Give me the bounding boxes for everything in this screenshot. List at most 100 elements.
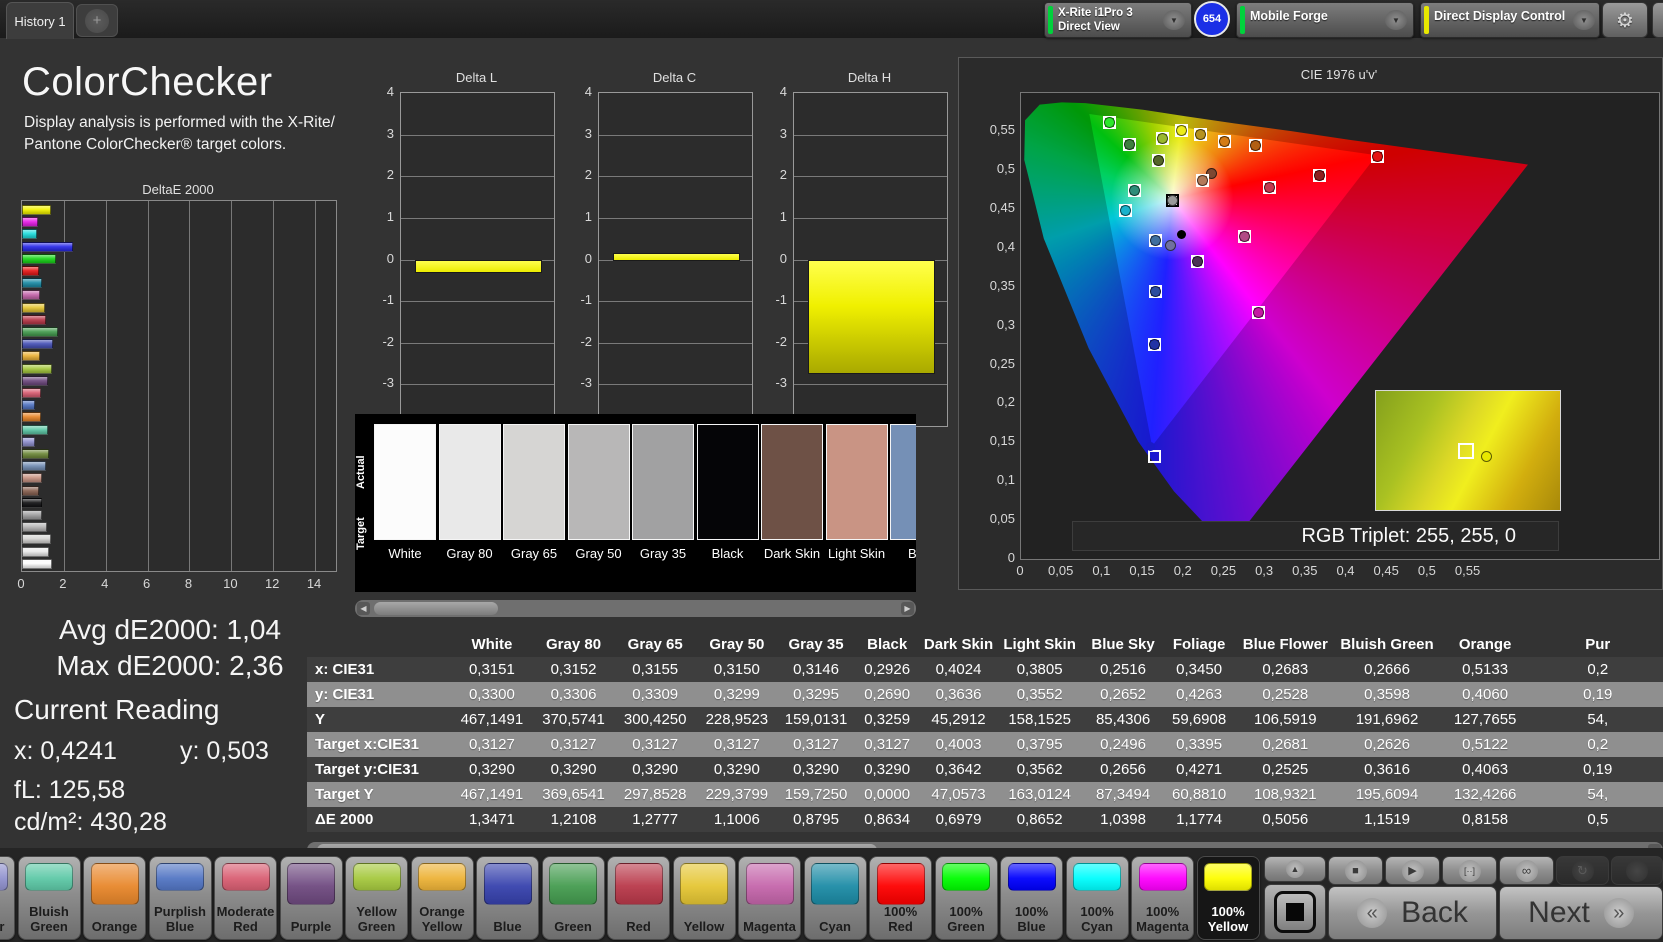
collapse-panel-button[interactable]: ◀	[1652, 2, 1663, 38]
refresh-button[interactable]: ↻	[1556, 856, 1609, 885]
table-row-label: y: CIE31	[307, 682, 452, 707]
patch-button-cyan[interactable]: Cyan	[803, 856, 867, 940]
table-header-cell: Gray 35	[777, 632, 855, 657]
table-cell: 0,2666	[1336, 657, 1438, 682]
patch-button-100-yellow[interactable]: 100% Yellow	[1196, 856, 1260, 940]
patch-button-orange[interactable]: Orange	[83, 856, 146, 940]
patch-button-swatch	[352, 863, 401, 891]
chevron-up-icon: ▲	[1286, 860, 1304, 878]
delta-y-tick: -3	[382, 375, 394, 391]
source-label: Mobile Forge	[1250, 9, 1328, 23]
cie-measured-circle	[1218, 136, 1230, 148]
patch-button-purple[interactable]: Purple	[279, 856, 343, 940]
patch-button-swatch	[1073, 863, 1121, 891]
back-button[interactable]: « Back	[1328, 886, 1497, 940]
cie-measured-circle	[1191, 256, 1203, 268]
table-cell: 370,5741	[532, 707, 615, 732]
single-read-button[interactable]: [··]	[1442, 856, 1497, 885]
table-cell: 0,2656	[1082, 757, 1164, 782]
stop-button[interactable]: ■	[1328, 856, 1383, 885]
patch-list-up-button[interactable]: ▲	[1264, 856, 1326, 882]
inset-target-square	[1458, 442, 1475, 459]
table-cell: 0,8652	[997, 807, 1083, 832]
play-button[interactable]: ▶	[1385, 856, 1440, 885]
gridline	[794, 176, 947, 178]
patch-button-bluish-green[interactable]: Bluish Green	[17, 856, 81, 940]
strip-swatch-label: Gray 80	[446, 546, 493, 561]
gridline	[401, 217, 554, 219]
patch-button-yellow[interactable]: Yellow	[672, 856, 736, 940]
patch-button-orange-yellow[interactable]: Orange Yellow	[410, 856, 474, 940]
continuous-read-button[interactable]: ∞	[1499, 856, 1554, 885]
chevron-left-double-icon: «	[1357, 898, 1388, 928]
page-title: ColorChecker	[22, 60, 273, 104]
next-button-label: Next	[1528, 896, 1590, 929]
patch-button-yellow-green[interactable]: Yellow Green	[345, 856, 408, 940]
delta-y-tick: -3	[580, 375, 592, 391]
patch-button-moderate-red[interactable]: Moderate Red	[214, 856, 277, 940]
de2000-x-tick: 8	[184, 576, 193, 591]
table-cell: 228,9523	[696, 707, 778, 732]
gridline	[189, 201, 191, 571]
scroll-right-icon[interactable]: ▶	[901, 602, 914, 615]
patch-button-label: Yellow Green	[356, 904, 397, 934]
source-dropdown[interactable]: Mobile Forge ▼	[1236, 2, 1414, 38]
patch-button-100-cyan[interactable]: 100% Cyan	[1065, 856, 1129, 940]
patch-button-label: 100% Red	[883, 904, 918, 934]
patch-button-purplish-blue[interactable]: Purplish Blue	[148, 856, 212, 940]
patch-button-blue-flower[interactable]: BlueFlower	[0, 856, 15, 940]
table-cell: 0,3127	[696, 732, 778, 757]
chevron-down-icon: ▼	[1573, 10, 1595, 30]
settings-button[interactable]: ⚙	[1602, 2, 1648, 38]
patch-button-100-blue[interactable]: 100% Blue	[1000, 856, 1063, 940]
table-header-cell: Black	[854, 632, 920, 657]
table-row-label: x: CIE31	[307, 657, 452, 682]
meter-dropdown[interactable]: X-Rite i1Pro 3 Direct View ▼	[1044, 2, 1192, 38]
strip-scrollbar[interactable]: ◀ ▶	[355, 600, 916, 617]
pattern-window-button[interactable]	[1264, 884, 1326, 940]
next-button[interactable]: Next »	[1499, 886, 1663, 940]
de2000-bar	[22, 278, 42, 289]
table-header-cell: Gray 65	[614, 632, 697, 657]
delta-y-tick: 4	[779, 84, 787, 99]
de2000-bar	[22, 302, 46, 313]
table-cell: 300,4250	[614, 707, 697, 732]
extra-button[interactable]	[1611, 856, 1663, 885]
gridline	[794, 134, 947, 136]
strip-swatch	[438, 424, 501, 540]
table-row: Target y:CIE31 0,3290 0,3290 0,3290 0,3290 0,…	[307, 757, 1663, 782]
strip-scrollbar-thumb[interactable]	[374, 602, 498, 615]
tab-history-1[interactable]: History 1	[6, 2, 74, 39]
patch-button-red[interactable]: Red	[607, 856, 670, 940]
patch-button-magenta[interactable]: Magenta	[738, 856, 801, 940]
patch-button-blue[interactable]: Blue	[476, 856, 539, 940]
table-cell: 132,4266	[1437, 782, 1533, 807]
scroll-left-icon[interactable]: ◀	[357, 602, 370, 615]
de2000-bar	[22, 205, 51, 215]
de2000-bar	[22, 375, 48, 386]
de2000-bar	[22, 497, 42, 508]
workflow-dropdown[interactable]: Direct Display Control ▼	[1420, 2, 1600, 38]
patch-button-100red[interactable]: 100% Red	[869, 856, 932, 940]
top-bar: History 1 + X-Rite i1Pro 3 Direct View ▼…	[0, 0, 1663, 39]
strip-swatch	[503, 424, 565, 540]
add-tab-button[interactable]: +	[76, 4, 118, 37]
delta-y-tick: 0	[386, 250, 394, 266]
meter-count-badge[interactable]: 654	[1194, 1, 1230, 37]
patch-button-100-magenta[interactable]: 100% Magenta	[1131, 856, 1194, 940]
strip-swatch	[696, 424, 759, 540]
delta-chart-title: Delta C	[652, 70, 697, 85]
cie-y-tick: 0,45	[989, 199, 1015, 215]
cie-measured-circle	[1164, 239, 1176, 251]
table-cell: 54,	[1532, 707, 1663, 732]
table-cell: 0,2690	[854, 682, 920, 707]
patch-button-100-green[interactable]: 100% Green	[934, 856, 998, 940]
strip-swatch	[761, 424, 823, 540]
cie-x-tick: 0,1	[1092, 563, 1111, 578]
table-row: Y 467,1491 370,5741 300,4250 228,9523 159,013…	[307, 707, 1663, 732]
delta-y-tick: 2	[386, 167, 394, 183]
table-cell: 0,2626	[1336, 732, 1438, 757]
table-cell: 0,2528	[1234, 682, 1337, 707]
cie-measured-circle	[1249, 140, 1261, 152]
patch-button-green[interactable]: Green	[541, 856, 605, 940]
